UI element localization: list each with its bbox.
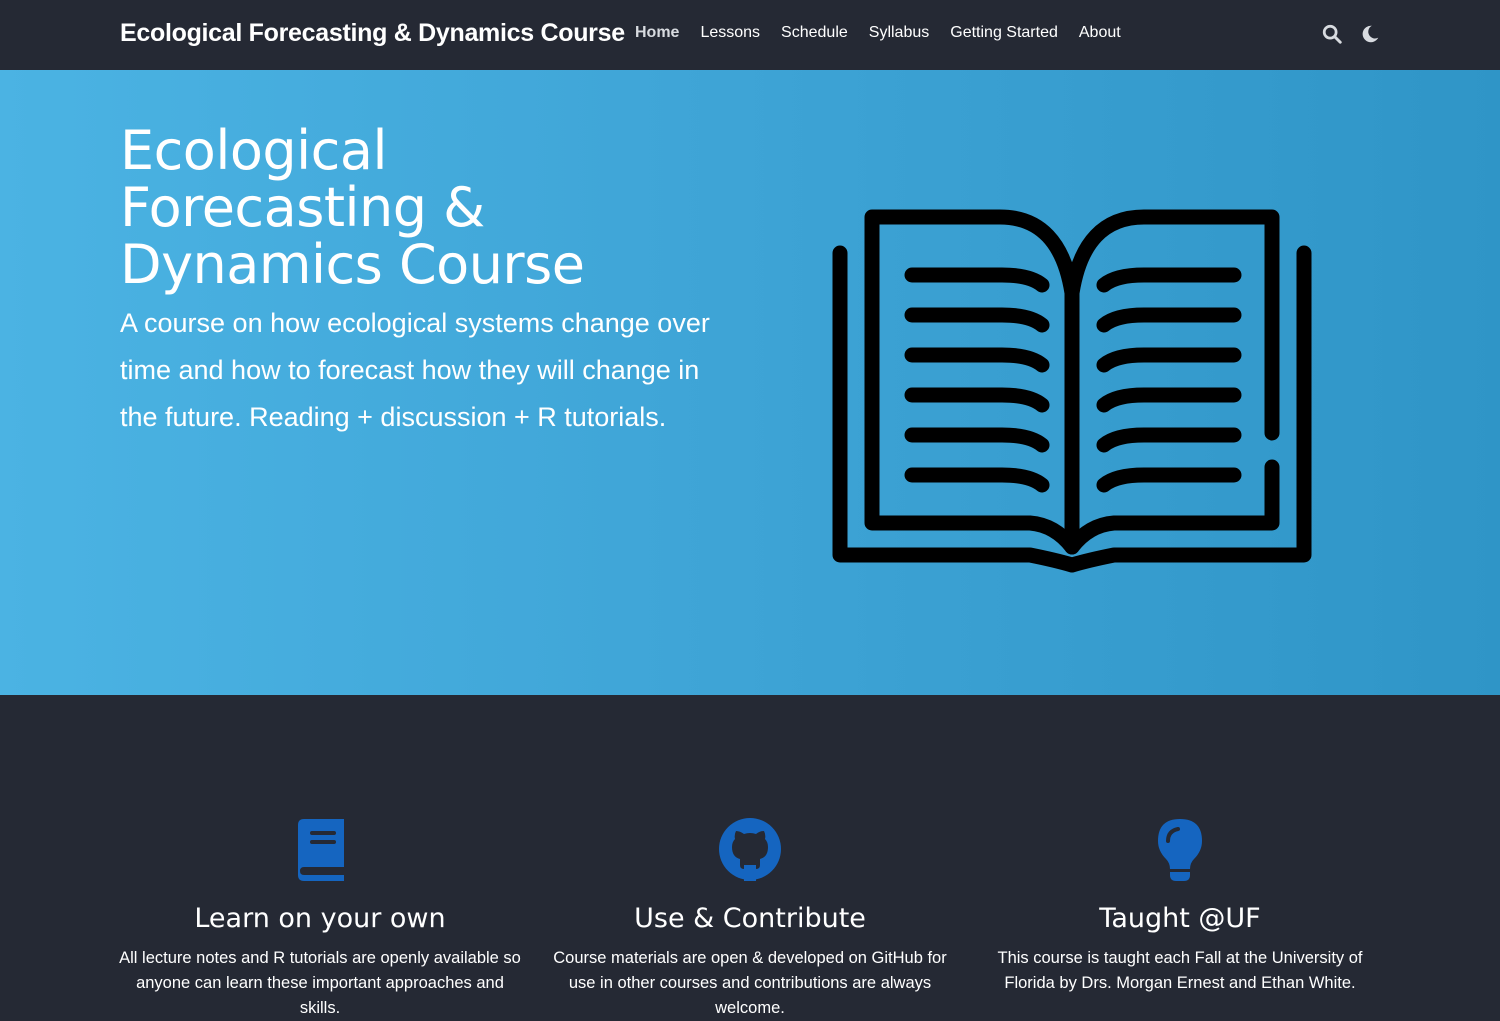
- search-icon[interactable]: [1321, 23, 1343, 45]
- lightbulb-icon: [1148, 817, 1212, 881]
- nav-links: Home Lessons Schedule Syllabus Getting S…: [635, 24, 1121, 42]
- nav-link-getting-started[interactable]: Getting Started: [950, 24, 1058, 42]
- feature-contribute: Use & Contribute Course materials are op…: [545, 817, 955, 1021]
- site-brand[interactable]: Ecological Forecasting & Dynamics Course: [120, 19, 625, 48]
- open-book-icon: [830, 205, 1316, 580]
- features-section: Learn on your own All lecture notes and …: [0, 695, 1500, 1017]
- feature-taught: Taught @UF This course is taught each Fa…: [975, 817, 1385, 996]
- nav-link-home[interactable]: Home: [635, 24, 679, 42]
- nav-link-lessons[interactable]: Lessons: [700, 24, 760, 42]
- feature-title: Use & Contribute: [634, 903, 866, 934]
- feature-learn: Learn on your own All lecture notes and …: [115, 817, 525, 1021]
- hero-section: Ecological Forecasting & Dynamics Course…: [0, 70, 1500, 695]
- hero-title: Ecological Forecasting & Dynamics Course: [120, 119, 585, 296]
- navbar: Ecological Forecasting & Dynamics Course…: [0, 0, 1500, 70]
- feature-text: All lecture notes and R tutorials are op…: [119, 949, 521, 1017]
- nav-link-about[interactable]: About: [1079, 24, 1121, 42]
- github-icon[interactable]: [718, 817, 782, 881]
- moon-icon[interactable]: [1359, 23, 1381, 45]
- nav-link-schedule[interactable]: Schedule: [781, 24, 848, 42]
- feature-text: Course materials are open & developed on…: [553, 949, 947, 1017]
- feature-title: Taught @UF: [1099, 903, 1261, 934]
- book-icon: [288, 817, 352, 881]
- feature-title: Learn on your own: [194, 903, 446, 934]
- nav-link-syllabus[interactable]: Syllabus: [869, 24, 929, 42]
- feature-text: This course is taught each Fall at the U…: [997, 949, 1363, 992]
- hero-subtitle: A course on how ecological systems chang…: [120, 308, 710, 432]
